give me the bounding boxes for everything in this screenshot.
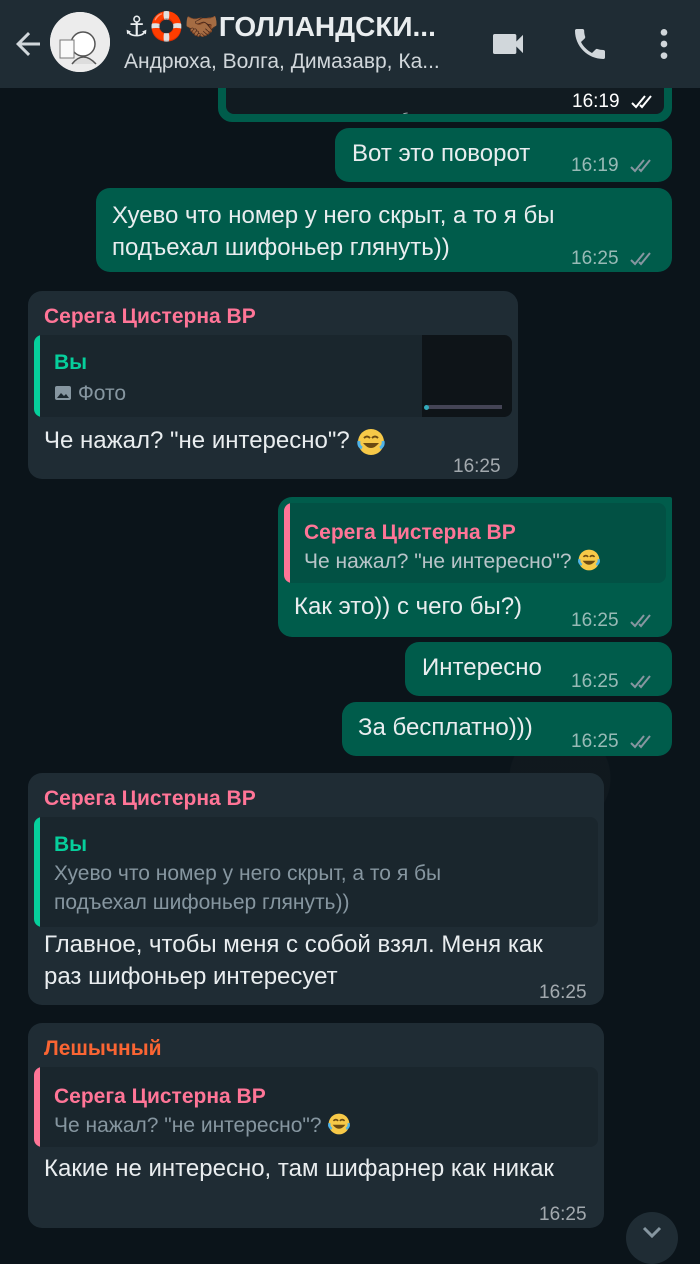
message-text: Как это)) с чего бы?) xyxy=(294,593,523,620)
message-bubble-outgoing[interactable]: Хуево что номер у него скрыт, а то я бы … xyxy=(96,188,672,272)
chat-members[interactable]: Андрюха, Волга, Димазавр, Ка... xyxy=(124,50,464,74)
quote-text: Хуево что номер у него скрыт, а то я бы … xyxy=(54,862,442,914)
message-time: 16:25 xyxy=(571,243,656,275)
message-bubble-outgoing[interactable]: Вот это поворот 16:19 xyxy=(335,128,672,182)
back-arrow-icon[interactable] xyxy=(10,26,46,62)
quote-author: Вы xyxy=(54,833,88,856)
tears-of-joy-emoji-icon xyxy=(578,549,601,571)
message-bubble-incoming[interactable]: Серега Цистерна ВР Вы Хуево что номер у … xyxy=(28,773,604,1005)
message-text: Какие не интересно, там шифарнер как ник… xyxy=(44,1155,554,1182)
message-time: 16:25 xyxy=(453,456,501,477)
read-ticks-icon xyxy=(630,159,651,173)
quote-bar xyxy=(34,1067,40,1147)
video-call-icon[interactable] xyxy=(488,24,528,64)
quoted-message[interactable]: Вы Фото xyxy=(34,335,512,417)
read-ticks-icon xyxy=(630,614,651,628)
message-text: Вот это поворот xyxy=(352,140,531,167)
quote-bar xyxy=(34,335,40,417)
message-time: 16:25 xyxy=(571,605,656,637)
chevron-down-icon xyxy=(642,1226,662,1239)
quote-author: Серега Цистерна ВР xyxy=(304,521,516,544)
read-ticks-icon xyxy=(630,252,651,266)
quote-author: Вы xyxy=(54,351,88,374)
message-text: Хуево что номер у него скрыт, а то я бы … xyxy=(112,202,555,261)
voice-call-icon[interactable] xyxy=(570,24,610,64)
sender-name[interactable]: Серега Цистерна ВР xyxy=(44,783,256,815)
quoted-message[interactable]: Вы Хуево что номер у него скрыт, а то я … xyxy=(34,817,598,927)
quote-bar xyxy=(284,503,290,583)
chat-header: ⚓🛟🤝🏾ГОЛЛАНДСКИ... Андрюха, Волга, Димаза… xyxy=(0,0,700,88)
message-time: 16:25 xyxy=(571,726,656,758)
scroll-to-bottom-button[interactable] xyxy=(626,1212,678,1264)
chat-title[interactable]: ⚓🛟🤝🏾ГОЛЛАНДСКИ... xyxy=(124,10,464,43)
group-avatar[interactable] xyxy=(50,12,110,72)
message-text: Интересно xyxy=(422,654,542,681)
message-bubble-outgoing[interactable]: Интересно 16:25 xyxy=(405,642,672,696)
quoted-message[interactable]: Серега Цистерна ВР Че нажал? "не интерес… xyxy=(284,503,666,583)
quoted-message[interactable]: Серега Цистерна ВР Че нажал? "не интерес… xyxy=(34,1067,598,1147)
sender-name[interactable]: Лешычный xyxy=(44,1033,162,1065)
read-ticks-icon xyxy=(630,675,651,689)
message-time: 16:25 xyxy=(539,982,587,1003)
quote-bar xyxy=(34,817,40,927)
quote-thumbnail xyxy=(422,335,512,417)
message-bubble-incoming[interactable]: Лешычный Серега Цистерна ВР Че нажал? "н… xyxy=(28,1023,604,1228)
message-text: Главное, чтобы меня с собой взял. Меня к… xyxy=(44,931,543,990)
message-text: За бесплатно))) xyxy=(358,714,533,741)
message-text: Че нажал? "не интересно"? xyxy=(44,425,386,457)
message-time: 16:19 xyxy=(571,150,656,182)
quote-text: Че нажал? "не интересно"? xyxy=(304,547,601,576)
message-bubble-incoming[interactable]: Серега Цистерна ВР Вы Фото Че нажал? "не… xyxy=(28,291,518,479)
message-time: 16:25 xyxy=(571,666,656,698)
avatar-image xyxy=(50,12,110,72)
photo-icon xyxy=(55,386,71,400)
tears-of-joy-emoji-icon xyxy=(357,428,386,455)
message-bubble-outgoing[interactable]: Серега Цистерна ВР Че нажал? "не интерес… xyxy=(278,497,672,637)
quote-text: Че нажал? "не интересно"? xyxy=(54,1111,351,1140)
partial-text: если сразу вместе будете сосать xyxy=(286,102,485,114)
message-time: 16:25 xyxy=(539,1204,587,1225)
quote-text: Фото xyxy=(54,379,126,408)
sender-name[interactable]: Серега Цистерна ВР xyxy=(44,301,256,333)
read-ticks-icon xyxy=(630,735,651,749)
more-options-icon[interactable] xyxy=(644,24,684,64)
message-time: 16:19 xyxy=(572,86,657,118)
quote-author: Серега Цистерна ВР xyxy=(54,1085,266,1108)
tears-of-joy-emoji-icon xyxy=(328,1113,351,1135)
message-bubble-outgoing[interactable]: За бесплатно))) 16:25 xyxy=(342,702,672,756)
read-ticks-icon xyxy=(631,95,652,109)
